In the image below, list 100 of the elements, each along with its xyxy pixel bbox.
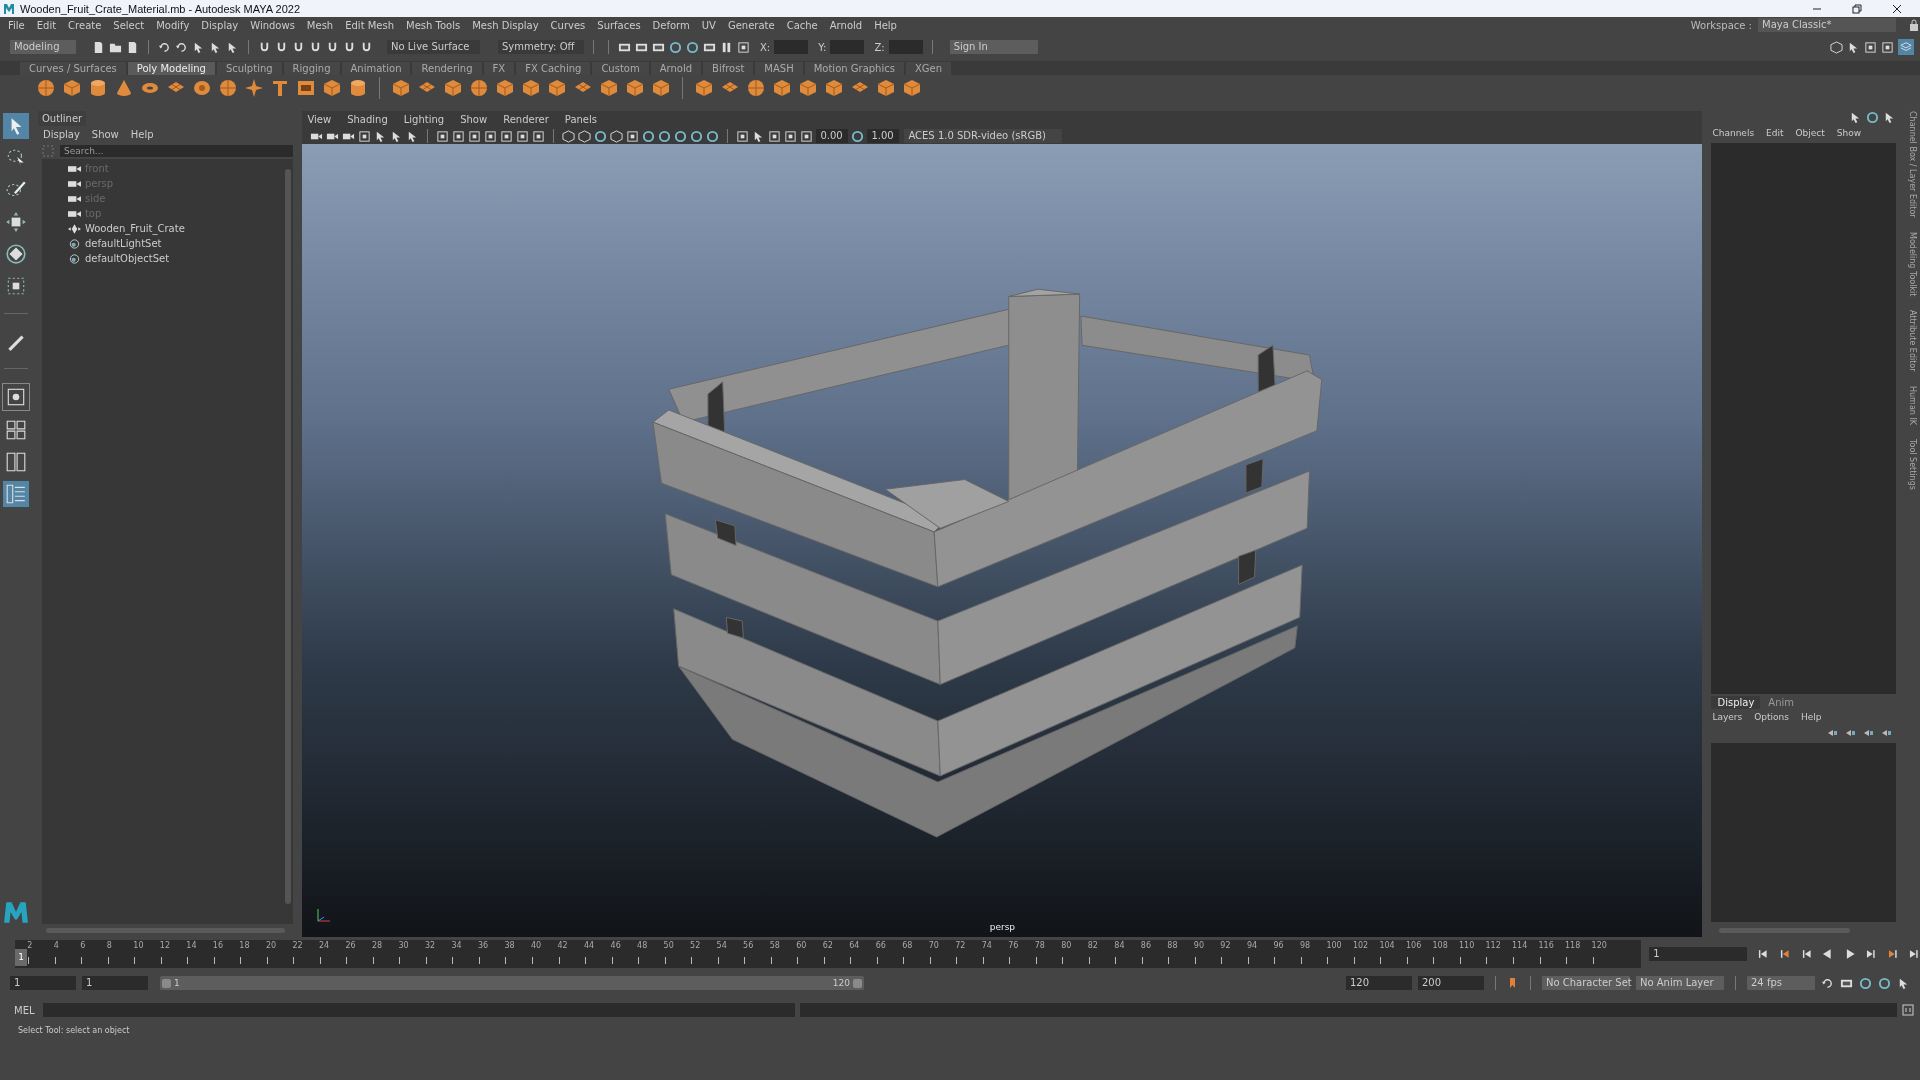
viewport-menu-item[interactable]: Show [460,114,488,125]
circle-icon[interactable] [851,129,865,143]
side-tab[interactable]: Modeling Toolkit [1908,231,1917,297]
cylinder-icon[interactable] [88,78,108,98]
close-icon[interactable] [1892,3,1902,14]
single-view-icon[interactable] [2,383,31,411]
frame-icon[interactable] [768,129,782,143]
frame-icon[interactable] [436,129,450,143]
file-icon[interactable] [126,40,139,54]
fps-dropdown[interactable]: 24 fps [1747,976,1815,990]
frame-icon[interactable] [1864,40,1877,54]
viewport-menu-item[interactable]: Lighting [403,114,445,125]
shelf-tab[interactable]: FX [483,62,515,75]
current-frame-field[interactable]: 1 [1649,946,1748,961]
z-field[interactable] [888,40,923,54]
frame-icon[interactable] [484,129,498,143]
symmetry-dropdown[interactable]: Symmetry: Off [498,40,584,54]
live-surface-field[interactable]: No Live Surface [387,40,480,54]
cube-icon[interactable] [521,78,541,98]
lock-icon[interactable] [1908,19,1920,31]
menu-item[interactable]: Arnold [829,19,863,31]
circle-icon[interactable] [669,40,682,54]
cube-icon[interactable] [772,78,792,98]
viewport-menu-item[interactable]: Shading [347,114,388,125]
circle-icon[interactable] [642,129,656,143]
cube-icon[interactable] [1830,40,1843,54]
outliner-menu-item[interactable]: Show [91,129,119,140]
menu-item[interactable]: Select [113,19,145,31]
search-field[interactable]: Search... [59,145,294,157]
cube-icon[interactable] [651,78,671,98]
circle-icon[interactable] [594,129,608,143]
cube-icon[interactable] [443,78,463,98]
layer-editor-tab[interactable]: Display [1711,696,1761,709]
menu-item[interactable]: UV [701,19,716,31]
shelf-tab[interactable]: Rigging [283,62,340,75]
channel-box-menu-item[interactable]: Edit [1766,128,1784,138]
layer-menu-item[interactable]: Layers [1712,712,1743,722]
viewport-background[interactable]: persp [302,144,1703,937]
magnet-icon[interactable] [326,40,339,54]
circle-icon[interactable] [690,129,704,143]
exposure-field[interactable]: 0.00 [816,129,849,143]
menu-item[interactable]: Mesh Tools [406,19,461,31]
menu-item[interactable]: Create [68,19,102,31]
menu-item[interactable]: Edit Mesh [345,19,395,31]
cube-icon[interactable] [391,78,411,98]
frame-icon[interactable] [452,129,466,143]
magnet-icon[interactable] [275,40,288,54]
frame-icon[interactable] [468,129,482,143]
cube-icon[interactable] [902,78,922,98]
cone-icon[interactable] [114,78,134,98]
script-editor-icon[interactable] [1902,1004,1914,1016]
play-backward-icon[interactable] [1822,947,1834,960]
command-result-field[interactable] [800,1003,1897,1017]
step-forward-icon[interactable] [1865,947,1877,960]
outliner-menu-item[interactable]: Display [42,129,80,140]
cube-icon[interactable] [824,78,844,98]
frame-icon[interactable] [500,129,514,143]
svg-tool-icon[interactable] [296,78,316,98]
shelf-tab[interactable]: Custom [592,62,649,75]
gamma-field[interactable]: 1.00 [867,129,900,143]
undo-icon[interactable] [175,40,188,54]
shelf-tab[interactable]: Arnold [650,62,702,75]
step-forward-icon[interactable] [1908,947,1920,960]
end-time-field[interactable]: 200 [1418,976,1484,990]
star-icon[interactable] [244,78,264,98]
viewport-menu-item[interactable]: Panels [564,114,597,125]
sign-in-dropdown[interactable]: Sign In [949,40,1038,54]
shelf-tab[interactable]: Curves / Surfaces [20,62,126,75]
frame-icon[interactable] [358,129,372,143]
step-back-icon[interactable] [1757,947,1769,960]
menu-item[interactable]: Edit [36,19,57,31]
cube-icon[interactable] [62,78,82,98]
shelf-tab[interactable]: Motion Graphics [804,62,904,75]
shelf-tab[interactable]: Animation [341,62,411,75]
cube-icon[interactable] [798,78,818,98]
shelf-tab[interactable]: MASH [755,62,803,75]
sphere-icon[interactable] [746,78,766,98]
menu-item[interactable]: Generate [727,19,775,31]
circle-icon[interactable] [706,129,720,143]
cube-icon[interactable] [876,78,896,98]
frame-icon[interactable] [784,129,798,143]
slider-handle[interactable] [162,978,171,988]
menu-item[interactable]: Display [201,19,239,31]
circle-icon[interactable] [686,40,699,54]
step-forward-icon[interactable] [1886,947,1899,960]
time-slider[interactable]: 2 4 6 8 10 12 14 16 18 20 22 24 26 28 30 32 34 36 38 40 42 44 46 48 50 52 54 56 58 60 62 64 66 68 70 72 74 76 78 80 82 84 86 88 90 92 94 96 98 100 102 104 106 108 110 112 114 116 118 120 1 [15,939,1642,968]
character-set-dropdown[interactable]: No Character Set [1542,976,1630,990]
menu-item[interactable]: Mesh Display [472,19,539,31]
viewport-menu-item[interactable]: View [307,114,332,125]
channel-box-menu-item[interactable]: Object [1795,128,1825,138]
sphere-icon[interactable] [36,78,56,98]
menu-item[interactable]: Help [874,19,897,31]
crate-drawing[interactable] [652,288,1323,838]
circle-icon[interactable] [674,129,688,143]
side-tab[interactable]: Channel Box / Layer Editor [1908,111,1917,218]
shelf-tab[interactable]: Sculpting [216,62,282,75]
x-field[interactable] [774,40,809,54]
layer-action-icon[interactable] [1862,727,1875,739]
select-tool-icon[interactable] [3,113,30,139]
cube-icon[interactable] [694,78,714,98]
